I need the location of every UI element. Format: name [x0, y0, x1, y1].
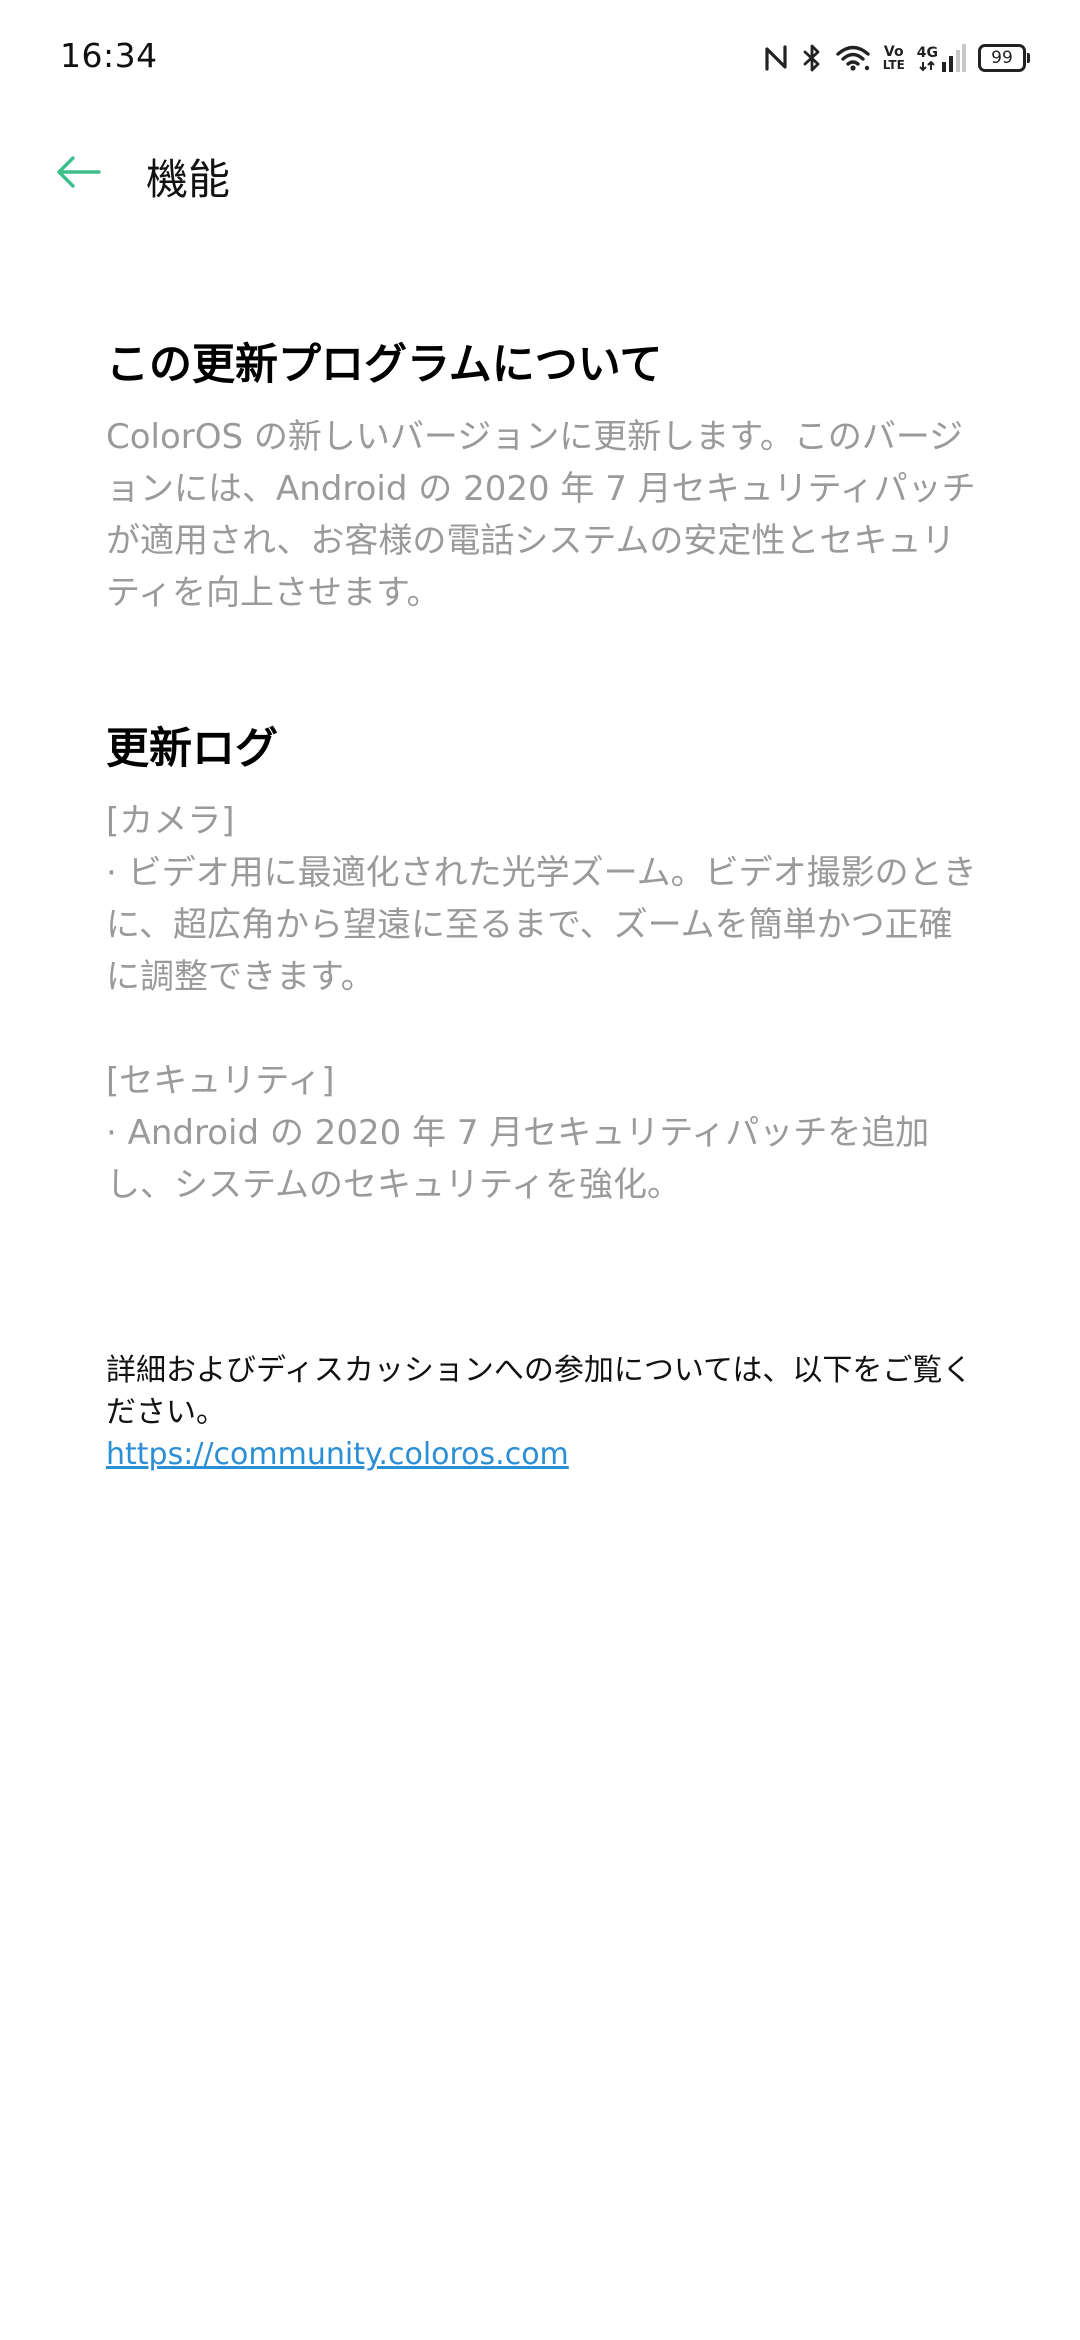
battery-icon: 99 [978, 44, 1030, 72]
update-details: この更新プログラムについて ColorOS の新しいバージョンに更新します。この… [106, 335, 986, 1211]
wifi-icon [835, 43, 871, 73]
log-section-item: · ビデオ用に最適化された光学ズーム。ビデオ撮影のときに、超広角から望遠に至るま… [106, 853, 977, 997]
status-icons: Vo LTE 4G 99 [763, 38, 1030, 78]
footer: 詳細およびディスカッションへの参加については、以下をご覧ください。 https:… [106, 1350, 986, 1476]
arrow-left-icon [55, 155, 101, 193]
about-heading: この更新プログラムについて [106, 340, 663, 390]
app-header: 機能 [0, 120, 1080, 230]
network-label: 4G [916, 45, 938, 61]
page-title: 機能 [146, 155, 231, 204]
bluetooth-icon [801, 43, 823, 73]
log-section-camera: [カメラ] · ビデオ用に最適化された光学ズーム。ビデオ撮影のときに、超広角から… [106, 795, 986, 1003]
nfc-icon [763, 43, 789, 73]
log-section-item: · Android の 2020 年 7 月セキュリティパッチを追加し、システム… [106, 1113, 930, 1205]
volte-label-bottom: LTE [882, 58, 905, 72]
footer-text: 詳細およびディスカッションへの参加については、以下をご覧ください。 [106, 1353, 973, 1430]
volte-icon: Vo LTE [883, 45, 905, 71]
status-time: 16:34 [60, 36, 158, 75]
volte-label-top: Vo [883, 44, 904, 60]
log-section-title: [セキュリティ] [106, 1061, 335, 1101]
battery-level: 99 [991, 47, 1013, 68]
about-body: ColorOS の新しいバージョンに更新します。このバージョンには、Androi… [106, 417, 976, 613]
4g-signal-icon: 4G [917, 44, 966, 72]
status-bar: 16:34 Vo LTE 4G 99 [0, 0, 1080, 110]
update-log-heading: 更新ログ [106, 724, 278, 774]
back-button[interactable] [44, 144, 112, 204]
community-link[interactable]: https://community.coloros.com [106, 1434, 569, 1476]
log-section-security: [セキュリティ] · Android の 2020 年 7 月セキュリティパッチ… [106, 1055, 986, 1211]
log-section-title: [カメラ] [106, 801, 235, 841]
